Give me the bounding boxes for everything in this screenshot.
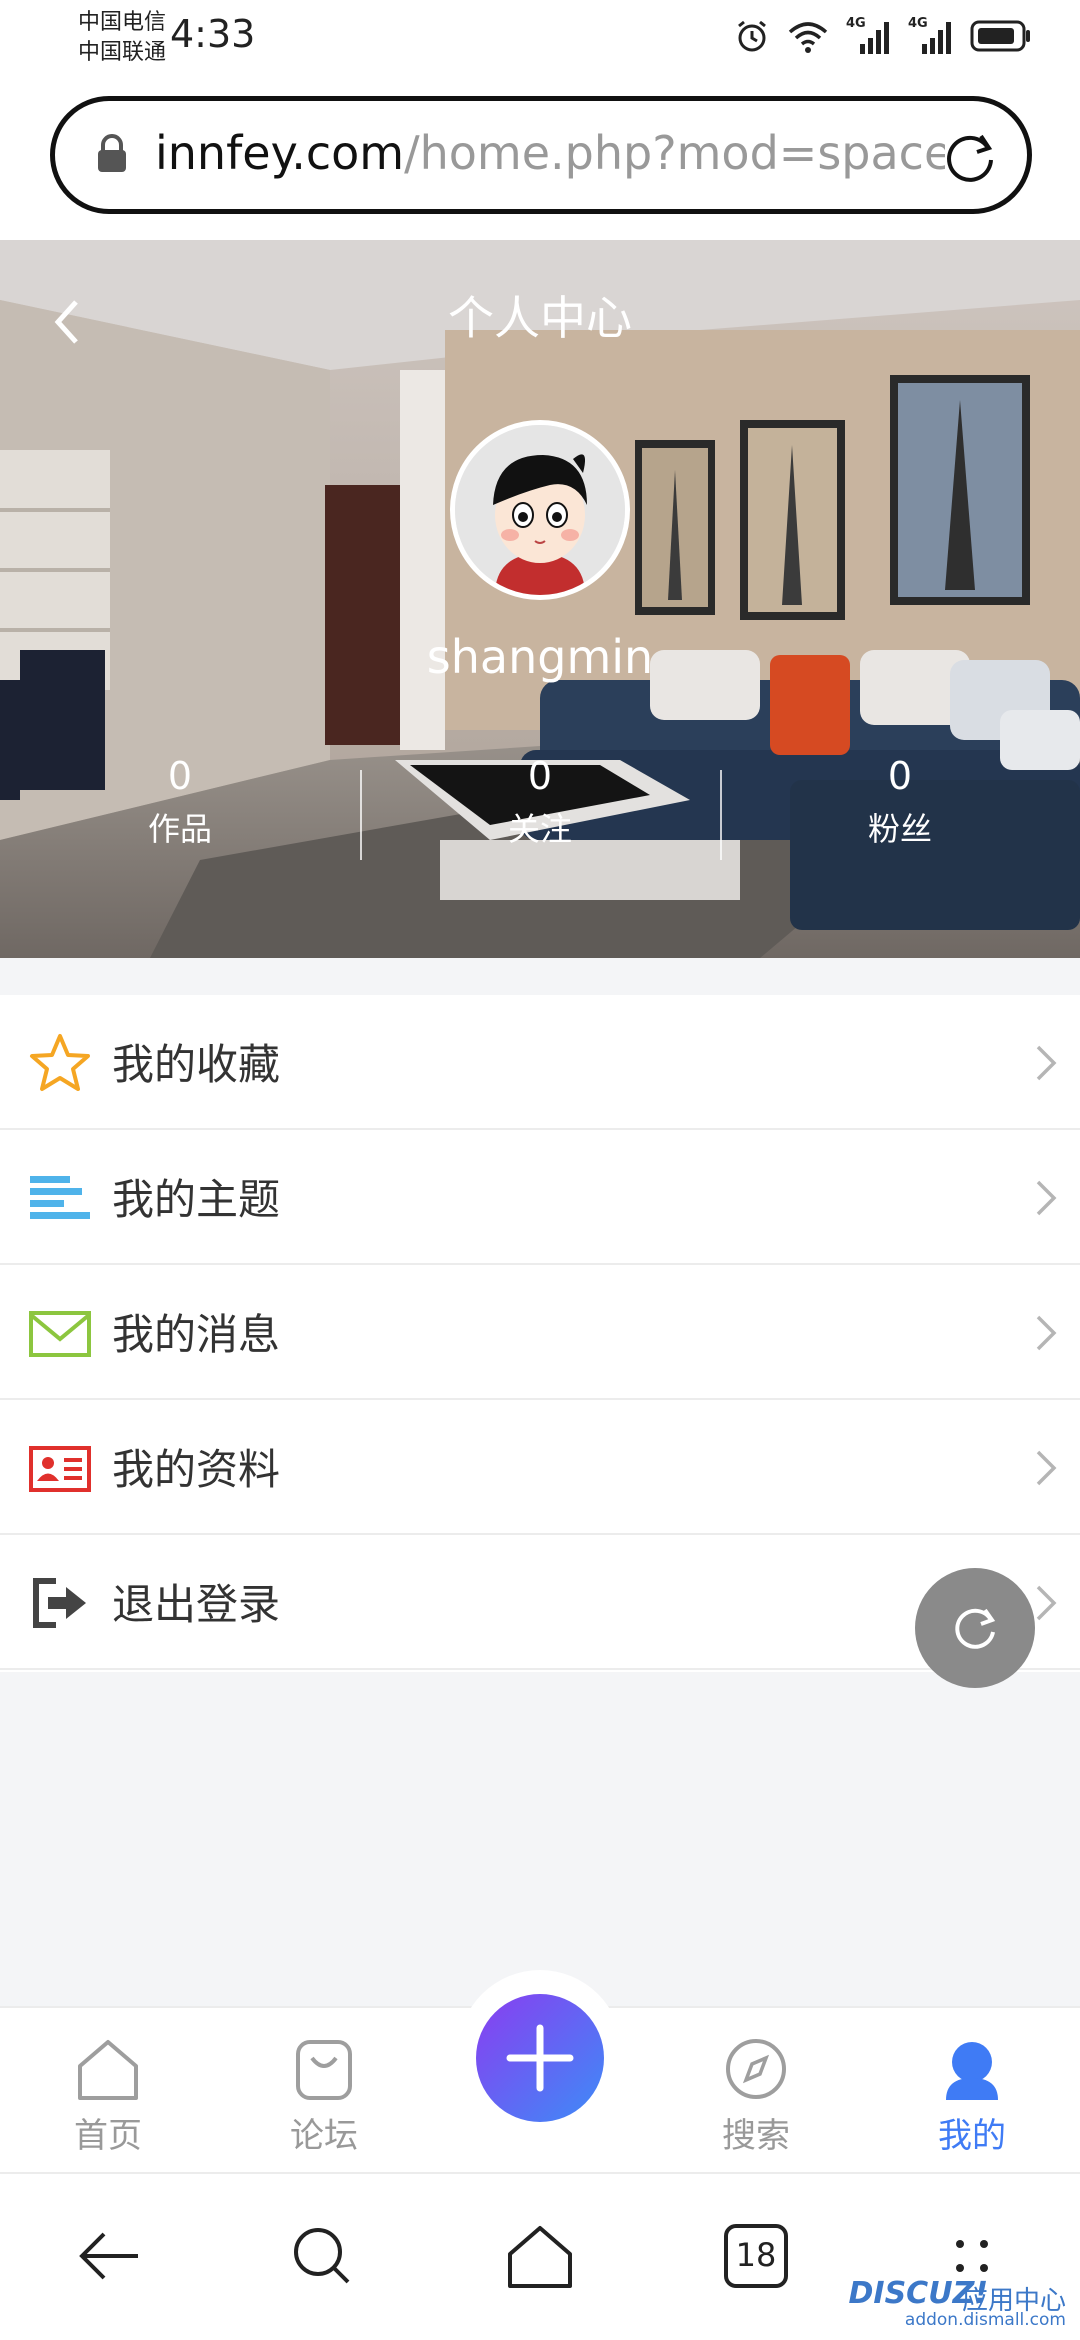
stat-following[interactable]: 0 关注 xyxy=(360,750,720,860)
address-bar[interactable]: innfey.com/home.php?mod=space xyxy=(50,96,1032,214)
alarm-icon xyxy=(738,20,766,52)
compass-icon xyxy=(726,2039,786,2099)
section-gap xyxy=(0,958,1080,995)
chevron-right-icon xyxy=(1036,1045,1057,1081)
logout-icon xyxy=(33,1578,86,1628)
tab-search[interactable]: 搜索 xyxy=(656,2008,856,2174)
status-time: 4:33 xyxy=(170,12,256,56)
chevron-right-icon xyxy=(1036,1180,1057,1216)
home-icon xyxy=(78,2040,138,2100)
menu-label-messages: 我的消息 xyxy=(112,1310,281,1359)
username: shangmin xyxy=(426,630,654,684)
floating-refresh-button[interactable] xyxy=(915,1568,1035,1688)
menu-item-threads[interactable]: 我的主题 xyxy=(0,1130,1080,1265)
profile-menu: 我的收藏 我的主题 我的消息 我的资料 退出登录 xyxy=(0,995,1080,1670)
signal-2: 4G xyxy=(908,16,954,56)
mail-icon xyxy=(29,1311,91,1357)
stat-fans-label: 粉丝 xyxy=(867,810,932,848)
bag-icon xyxy=(296,2040,352,2100)
menu-item-profile[interactable]: 我的资料 xyxy=(0,1400,1080,1535)
menu-label-profile: 我的资料 xyxy=(112,1445,281,1494)
chevron-right-icon xyxy=(1036,1315,1057,1351)
reload-icon[interactable] xyxy=(941,128,999,186)
url-text[interactable]: innfey.com/home.php?mod=space xyxy=(155,126,945,180)
signal-icon xyxy=(922,22,951,54)
star-icon xyxy=(30,1034,90,1091)
tab-mine[interactable]: 我的 xyxy=(872,2008,1072,2174)
tab-search-label: 搜索 xyxy=(722,2116,790,2156)
stat-following-count: 0 xyxy=(527,754,553,798)
status-icons: 4G 4G xyxy=(734,14,1032,58)
status-bar: 中国电信 中国联通 4:33 4G 4G xyxy=(0,0,1080,80)
menu-item-logout[interactable]: 退出登录 xyxy=(0,1535,1080,1670)
url-path: /home.php?mod=space xyxy=(404,126,945,180)
stat-works-label: 作品 xyxy=(147,810,212,848)
home-icon[interactable] xyxy=(500,2216,580,2296)
battery-icon xyxy=(970,20,1030,52)
refresh-icon xyxy=(955,1608,996,1649)
carrier-info: 中国电信 中国联通 xyxy=(78,8,166,68)
profile-stats: 0 作品 0 关注 0 粉丝 xyxy=(0,750,1080,860)
menu-label-logout: 退出登录 xyxy=(112,1580,281,1629)
tab-forum[interactable]: 论坛 xyxy=(224,2008,424,2174)
plus-icon xyxy=(506,2024,574,2092)
stat-works-count: 0 xyxy=(167,754,193,798)
signal-icon xyxy=(860,22,889,54)
avatar[interactable] xyxy=(450,420,630,600)
tab-home[interactable]: 首页 xyxy=(8,2008,208,2174)
stat-following-label: 关注 xyxy=(507,810,572,848)
lock-icon xyxy=(98,134,126,172)
wifi-icon xyxy=(788,22,828,53)
chevron-right-icon xyxy=(1036,1585,1057,1621)
carrier-telecom: 中国电信 xyxy=(78,10,167,35)
profile-card-icon xyxy=(29,1446,91,1492)
menu-item-favorites[interactable]: 我的收藏 xyxy=(0,995,1080,1130)
watermark-url: addon.dismall.com xyxy=(904,2310,1066,2330)
profile-header: 个人中心 shangmin 0 作品 0 关注 0 粉丝 xyxy=(0,240,1080,958)
discuz-watermark: DISCUZ! 应用中心 addon.dismall.com xyxy=(776,2276,1066,2336)
chevron-right-icon xyxy=(1036,1450,1057,1486)
menu-item-messages[interactable]: 我的消息 xyxy=(0,1265,1080,1400)
stat-works[interactable]: 0 作品 xyxy=(0,750,360,860)
menu-label-threads: 我的主题 xyxy=(112,1175,281,1224)
carrier-unicom: 中国联通 xyxy=(78,40,167,65)
tabs-count: 18 xyxy=(735,2236,777,2274)
empty-content-area xyxy=(0,1672,1080,2006)
stat-fans[interactable]: 0 粉丝 xyxy=(720,750,1080,860)
menu-label-favorites: 我的收藏 xyxy=(112,1040,281,1089)
avatar-cartoon-icon xyxy=(455,425,625,595)
list-icon xyxy=(30,1176,90,1219)
url-host: innfey.com xyxy=(155,126,405,180)
new-post-button[interactable] xyxy=(476,1994,604,2122)
search-icon[interactable] xyxy=(282,2216,362,2296)
signal-1: 4G xyxy=(846,16,892,56)
tab-mine-label: 我的 xyxy=(938,2116,1006,2156)
back-icon[interactable] xyxy=(68,2216,148,2296)
stat-fans-count: 0 xyxy=(887,754,913,798)
tab-home-label: 首页 xyxy=(74,2116,142,2156)
page-title: 个人中心 xyxy=(448,291,632,345)
user-icon xyxy=(946,2042,998,2100)
tab-forum-label: 论坛 xyxy=(290,2116,358,2156)
